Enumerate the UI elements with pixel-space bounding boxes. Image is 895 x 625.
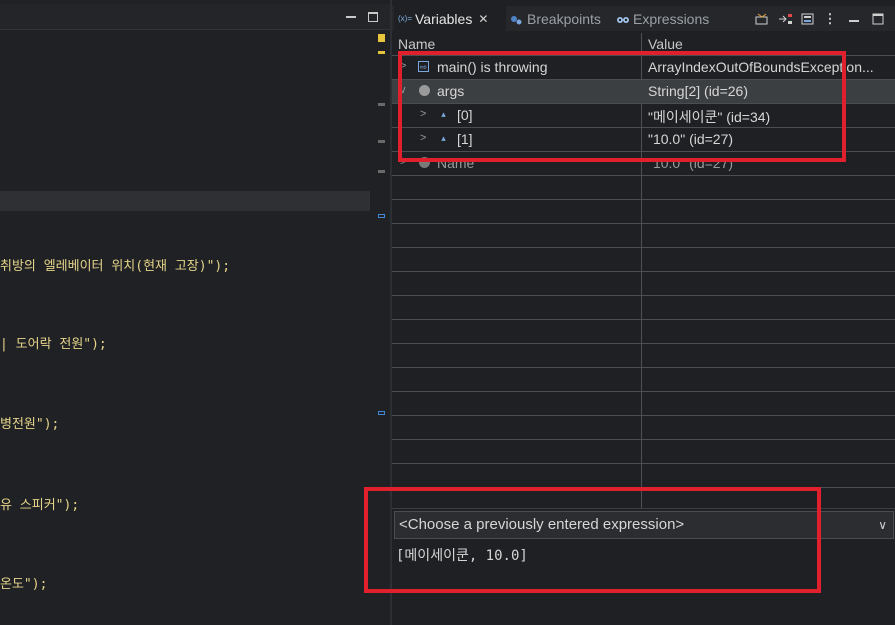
- minimize-icon[interactable]: [346, 12, 356, 18]
- ruler-marker[interactable]: [378, 140, 385, 143]
- row-divider: [392, 271, 895, 272]
- expressions-icon: [616, 13, 629, 25]
- code-line: | 도어락 전원");: [0, 337, 107, 352]
- code-line: 취방의 엘레베이터 위치(현재 고장)");: [0, 259, 231, 274]
- occurrence-marker[interactable]: [378, 214, 385, 218]
- occurrence-marker[interactable]: [378, 411, 385, 415]
- warning-marker[interactable]: [378, 51, 385, 54]
- show-logical-structure-icon[interactable]: [778, 11, 794, 27]
- code-line: 온도");: [0, 577, 48, 592]
- warning-marker[interactable]: [378, 34, 385, 42]
- tab-label: Expressions: [633, 10, 710, 27]
- editor-header: [0, 4, 390, 30]
- tab-label: Breakpoints: [527, 10, 601, 27]
- view-menu-icon[interactable]: ⋮: [822, 11, 838, 27]
- tab-breakpoints[interactable]: Breakpoints: [508, 6, 612, 31]
- row-divider: [392, 463, 895, 464]
- ruler-marker[interactable]: [378, 170, 385, 173]
- breakpoints-icon: [510, 13, 522, 25]
- tab-expressions[interactable]: Expressions: [614, 6, 718, 31]
- code-line: 유 스피커");: [0, 498, 80, 513]
- view-tab-bar: (x)= Variables ✕ Breakpoints Expressions…: [392, 6, 895, 31]
- row-divider: [392, 415, 895, 416]
- row-divider: [392, 367, 895, 368]
- current-line-highlight: [0, 191, 370, 211]
- code-editor[interactable]: 취방의 엘레베이터 위치(현재 고장)"); | 도어락 전원"); 병전원")…: [0, 0, 390, 625]
- tab-variables[interactable]: (x)= Variables ✕: [394, 6, 506, 31]
- code-line: 병전원");: [0, 417, 60, 432]
- ruler-marker[interactable]: [378, 103, 385, 106]
- row-divider: [392, 343, 895, 344]
- row-divider: [392, 175, 895, 176]
- tab-label: Variables: [415, 10, 473, 27]
- row-divider: [392, 223, 895, 224]
- highlight-box-detail: [364, 487, 821, 593]
- row-divider: [392, 199, 895, 200]
- maximize-icon[interactable]: [368, 12, 378, 22]
- row-divider: [392, 295, 895, 296]
- highlight-box-variables: [398, 51, 846, 162]
- show-type-names-icon[interactable]: [754, 11, 770, 27]
- variables-icon: (x)=: [398, 14, 412, 23]
- row-divider: [392, 439, 895, 440]
- chevron-down-icon[interactable]: ∨: [878, 512, 887, 538]
- collapse-all-icon[interactable]: [800, 11, 816, 27]
- minimize-icon[interactable]: [846, 11, 862, 27]
- maximize-icon[interactable]: [870, 11, 886, 27]
- row-divider: [392, 391, 895, 392]
- row-divider: [392, 319, 895, 320]
- close-icon[interactable]: ✕: [478, 12, 488, 26]
- row-divider: [392, 247, 895, 248]
